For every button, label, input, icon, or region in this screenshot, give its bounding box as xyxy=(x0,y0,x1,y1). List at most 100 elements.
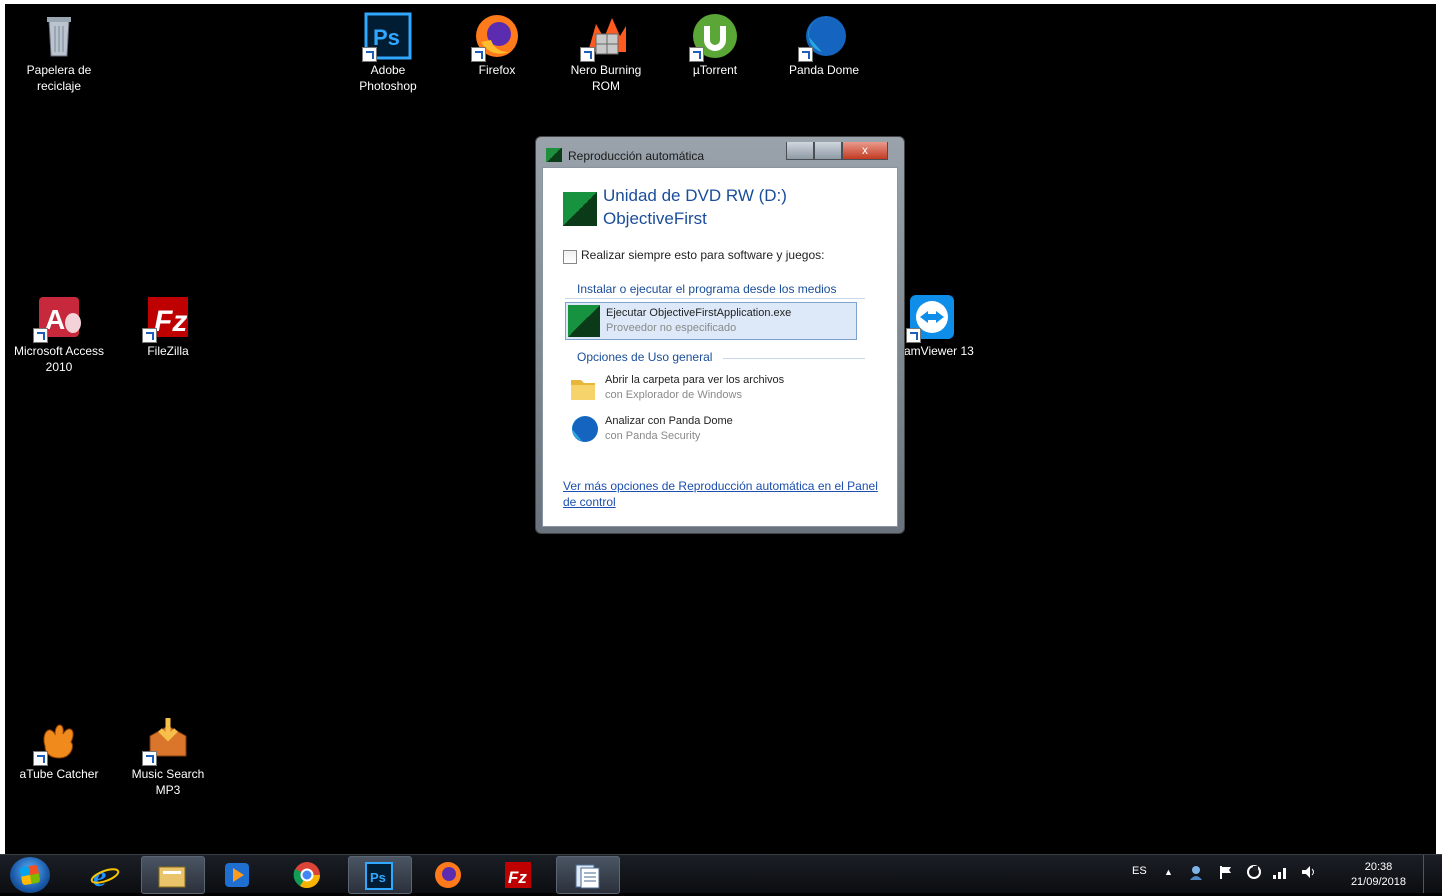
scan-subtitle: con Panda Security xyxy=(605,430,701,442)
chrome-icon xyxy=(292,860,322,890)
desktop-icon-photoshop[interactable]: Ps Adobe Photoshop xyxy=(340,12,436,94)
desktop-icon-atube-catcher[interactable]: aTube Catcher xyxy=(11,716,107,782)
desktop-icon-utorrent[interactable]: µTorrent xyxy=(667,12,763,78)
volume-name: ObjectiveFirst xyxy=(603,209,707,228)
desktop-icon-access[interactable]: A Microsoft Access 2010 xyxy=(11,293,107,375)
desktop-icon-music-search[interactable]: Music Search MP3 xyxy=(120,716,216,798)
desktop-icon-label: Papelera de reciclaje xyxy=(26,63,92,93)
media-player-icon xyxy=(222,860,252,890)
dialog-title: Reproducción automática xyxy=(568,149,705,163)
desktop-icon-label: Music Search MP3 xyxy=(131,767,205,797)
firefox-icon xyxy=(471,12,521,62)
desktop-icon-panda-dome[interactable]: Panda Dome xyxy=(776,12,872,78)
desktop-icon-recycle-bin[interactable]: Papelera de reciclaje xyxy=(11,12,107,94)
autoplay-app-icon xyxy=(546,148,562,162)
desktop-icon-label: Microsoft Access 2010 xyxy=(13,344,105,374)
desktop-icon-nero[interactable]: Nero Burning ROM xyxy=(558,12,654,94)
photoshop-icon: Ps xyxy=(362,12,412,62)
signal-strength-icon[interactable] xyxy=(1272,864,1290,883)
run-option-title: Ejecutar ObjectiveFirstApplication.exe xyxy=(606,307,792,319)
desktop-icon-label: Nero Burning ROM xyxy=(570,63,642,93)
folder-icon xyxy=(567,372,599,404)
taskbar-app-files[interactable] xyxy=(556,856,620,894)
show-hidden-icons-button[interactable]: ▲ xyxy=(1164,867,1173,877)
desktop-icon-label: amViewer 13 xyxy=(904,344,974,358)
program-icon xyxy=(568,305,600,337)
ie-icon: e xyxy=(90,860,120,893)
svg-text:Fz: Fz xyxy=(508,868,527,887)
taskbar: e Ps Fz ES ▲ 20:38 21/09/2018 xyxy=(0,854,1442,894)
network-user-icon[interactable] xyxy=(1188,864,1204,883)
utorrent-icon xyxy=(689,12,739,62)
clock-date: 21/09/2018 xyxy=(1350,876,1406,888)
shortcut-arrow-icon xyxy=(689,47,704,62)
shortcut-arrow-icon xyxy=(142,751,157,766)
shortcut-arrow-icon xyxy=(580,47,595,62)
shortcut-arrow-icon xyxy=(471,47,486,62)
svg-text:Ps: Ps xyxy=(373,25,400,50)
language-indicator[interactable]: ES xyxy=(1132,865,1147,877)
volume-icon[interactable] xyxy=(1300,864,1318,883)
files-icon xyxy=(572,861,602,891)
dvd-drive-icon xyxy=(563,192,597,226)
drive-name: Unidad de DVD RW (D:) xyxy=(603,186,787,205)
shortcut-arrow-icon xyxy=(798,47,813,62)
always-do-checkbox[interactable] xyxy=(563,250,577,264)
taskbar-app-chrome[interactable] xyxy=(277,856,339,892)
open-folder-option[interactable]: Abrir la carpeta para ver los archivos c… xyxy=(565,370,855,406)
desktop-icon-label: aTube Catcher xyxy=(19,767,99,781)
svg-text:Ps: Ps xyxy=(370,870,386,885)
run-option-subtitle: Proveedor no especificado xyxy=(606,322,737,334)
always-do-label[interactable]: Realizar siempre esto para software y ju… xyxy=(581,248,824,262)
section-divider xyxy=(723,358,865,359)
windows-logo-icon xyxy=(19,864,41,886)
maximize-button[interactable] xyxy=(814,142,842,160)
section-divider xyxy=(565,298,865,299)
taskbar-app-media-player[interactable] xyxy=(207,856,269,892)
taskbar-app-filezilla[interactable]: Fz xyxy=(488,856,550,892)
desktop-icon-teamviewer[interactable]: amViewer 13 xyxy=(898,293,988,359)
run-program-option[interactable]: Ejecutar ObjectiveFirstApplication.exe P… xyxy=(565,302,857,340)
action-center-flag-icon[interactable] xyxy=(1218,864,1234,883)
filezilla-icon: Fz xyxy=(142,293,192,343)
system-clock[interactable]: 20:38 21/09/2018 xyxy=(1351,860,1406,890)
show-desktop-button[interactable] xyxy=(1423,855,1436,893)
desktop-icon-label: Firefox xyxy=(478,63,516,77)
sync-icon[interactable] xyxy=(1246,864,1262,883)
atube-catcher-icon xyxy=(33,716,83,766)
screen-edge-right xyxy=(1436,0,1442,892)
taskbar-app-ie[interactable]: e xyxy=(75,856,137,893)
filezilla-icon: Fz xyxy=(503,860,533,890)
close-button[interactable]: x xyxy=(842,142,888,160)
taskbar-app-explorer[interactable] xyxy=(141,856,205,894)
svg-text:A: A xyxy=(45,304,65,335)
dialog-title-bar[interactable]: Reproducción automática x xyxy=(544,142,894,164)
nero-icon xyxy=(580,12,630,62)
desktop-icon-label: Panda Dome xyxy=(788,63,860,77)
shortcut-arrow-icon xyxy=(33,328,48,343)
window-controls: x xyxy=(786,142,888,160)
minimize-button[interactable] xyxy=(786,142,814,160)
section-install-heading: Instalar o ejecutar el programa desde lo… xyxy=(577,282,837,296)
taskbar-app-photoshop[interactable]: Ps xyxy=(348,856,412,894)
section-general-heading: Opciones de Uso general xyxy=(577,350,713,364)
open-folder-subtitle: con Explorador de Windows xyxy=(605,389,742,401)
music-search-icon xyxy=(142,716,192,766)
panda-dome-icon xyxy=(798,12,848,62)
more-autoplay-options-link[interactable]: Ver más opciones de Reproducción automát… xyxy=(563,478,883,510)
start-button[interactable] xyxy=(10,857,50,893)
firefox-icon xyxy=(433,860,463,890)
shortcut-arrow-icon xyxy=(33,751,48,766)
clock-time: 20:38 xyxy=(1364,861,1393,873)
recycle-bin-icon xyxy=(35,12,83,60)
scan-panda-option[interactable]: Analizar con Panda Dome con Panda Securi… xyxy=(565,411,855,447)
desktop-icon-label: Adobe Photoshop xyxy=(359,63,417,93)
teamviewer-icon xyxy=(906,293,956,343)
open-folder-title: Abrir la carpeta para ver los archivos xyxy=(605,374,785,386)
desktop-icon-label: FileZilla xyxy=(147,344,189,358)
desktop-icon-filezilla[interactable]: Fz FileZilla xyxy=(120,293,216,359)
shortcut-arrow-icon xyxy=(906,328,921,343)
desktop-icon-firefox[interactable]: Firefox xyxy=(449,12,545,78)
access-icon: A xyxy=(33,293,83,343)
taskbar-app-firefox[interactable] xyxy=(418,856,480,892)
